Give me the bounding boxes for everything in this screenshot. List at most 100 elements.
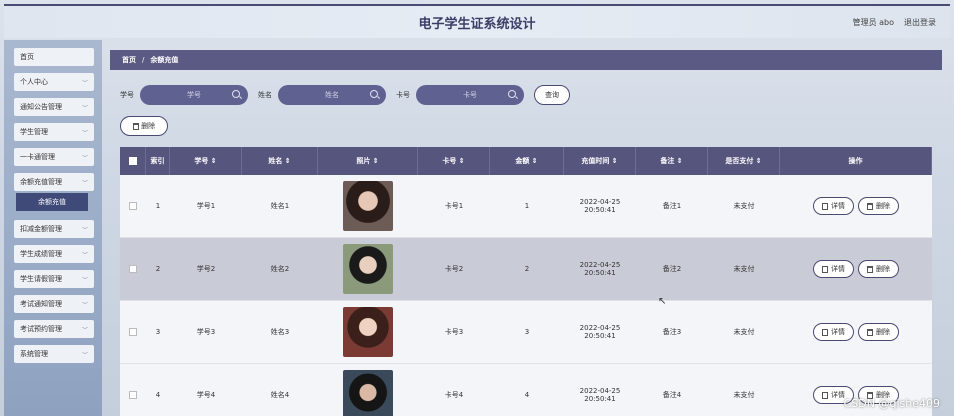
app-title: 电子学生证系统设计 xyxy=(418,16,536,32)
query-button[interactable]: 查询 xyxy=(534,85,570,105)
top-header: 电子学生证系统设计 管理员 abo 退出登录 xyxy=(4,4,950,38)
sidebar-item-notice[interactable]: 通知公告管理 ﹀ xyxy=(14,98,94,116)
chevron-down-icon: ﹀ xyxy=(81,276,88,284)
chevron-down-icon: ﹀ xyxy=(81,301,88,309)
header-photo[interactable]: 照片 ⇕ xyxy=(318,147,418,175)
sidebar-subitem-recharge[interactable]: 余额充值 xyxy=(16,193,88,211)
cell-name: 姓名1 xyxy=(270,202,290,210)
chevron-down-icon: ﹀ xyxy=(81,79,88,87)
sidebar-item-exam-notice[interactable]: 考试通知管理 ﹀ xyxy=(14,295,94,313)
cell-photo xyxy=(318,238,418,300)
batch-delete-button[interactable]: 删除 xyxy=(120,116,168,136)
sidebar-item-system[interactable]: 系统管理 ﹀ xyxy=(14,345,94,363)
delete-button[interactable]: 删除 xyxy=(858,197,899,215)
cell-index: 4 xyxy=(155,391,161,399)
logout-link[interactable]: 退出登录 xyxy=(904,17,936,28)
sidebar-item-leave[interactable]: 学生请假管理 ﹀ xyxy=(14,270,94,288)
delete-button[interactable]: 删除 xyxy=(858,260,899,278)
name-input[interactable]: 姓名 xyxy=(278,85,386,105)
header-card-no[interactable]: 卡号 ⇕ xyxy=(418,147,490,175)
select-all-checkbox[interactable] xyxy=(128,157,137,165)
header-user-area: 管理员 abo 退出登录 xyxy=(853,17,936,28)
sidebar: 首页 个人中心 ﹀ 通知公告管理 ﹀ 学生管理 ﹀ 一卡通管理 ﹀ 余额充值管理 ﹀ 余额… xyxy=(4,40,102,416)
detail-button[interactable]: 详情 xyxy=(813,260,854,278)
sidebar-item-label: 首页 xyxy=(20,53,34,61)
delete-label: 删除 xyxy=(876,265,890,273)
batch-delete-label: 删除 xyxy=(141,122,156,130)
detail-label: 详情 xyxy=(831,328,845,336)
row-checkbox[interactable] xyxy=(129,202,137,210)
cell-actions: 详情 删除 xyxy=(780,238,932,300)
card-label: 卡号 xyxy=(396,91,410,99)
detail-button[interactable]: 详情 xyxy=(813,197,854,215)
breadcrumb: 首页 / 余额充值 xyxy=(110,50,942,70)
cell-name: 姓名2 xyxy=(270,265,290,273)
sidebar-item-card[interactable]: 一卡通管理 ﹀ xyxy=(14,148,94,166)
cell-recharge-time: 2022-04-25 20:50:41 xyxy=(579,387,621,403)
sidebar-item-label: 扣减金额管理 xyxy=(20,225,62,233)
breadcrumb-current: 余额充值 xyxy=(150,56,179,64)
sidebar-item-label: 系统管理 xyxy=(20,350,48,358)
student-no-input[interactable]: 学号 xyxy=(140,85,248,105)
card-input[interactable]: 卡号 xyxy=(416,85,524,105)
cell-paid: 未支付 xyxy=(733,391,755,399)
sidebar-item-exam-booking[interactable]: 考试预约管理 ﹀ xyxy=(14,320,94,338)
student-photo xyxy=(343,244,393,294)
row-select-cell[interactable] xyxy=(120,175,146,237)
row-select-cell[interactable] xyxy=(120,301,146,363)
table-header: 索引 学号 ⇕ 姓名 ⇕ 照片 ⇕ 卡号 ⇕ 金额 ⇕ 充值时间 ⇕ 备注 ⇕ … xyxy=(120,147,932,175)
delete-label: 删除 xyxy=(876,202,890,210)
cell-paid: 未支付 xyxy=(733,328,755,336)
student-photo xyxy=(343,370,393,416)
sidebar-item-label: 学生成绩管理 xyxy=(20,250,62,258)
header-student-no[interactable]: 学号 ⇕ xyxy=(170,147,242,175)
sidebar-item-label: 考试通知管理 xyxy=(20,300,62,308)
table-row: 4 学号4 姓名4 卡号4 4 2022-04-25 20:50:41 备注4 … xyxy=(120,364,932,416)
sidebar-item-grades[interactable]: 学生成绩管理 ﹀ xyxy=(14,245,94,263)
cell-student-no: 学号3 xyxy=(196,328,216,336)
header-name[interactable]: 姓名 ⇕ xyxy=(242,147,318,175)
sidebar-item-label: 一卡通管理 xyxy=(20,153,55,161)
search-icon xyxy=(508,90,516,98)
delete-button[interactable]: 删除 xyxy=(858,323,899,341)
cell-paid: 未支付 xyxy=(733,202,755,210)
header-note[interactable]: 备注 ⇕ xyxy=(636,147,708,175)
row-checkbox[interactable] xyxy=(129,265,137,273)
name-placeholder: 姓名 xyxy=(325,91,339,99)
cell-photo xyxy=(318,364,418,416)
cell-recharge-time: 2022-04-25 20:50:41 xyxy=(579,261,621,277)
cell-actions: 详情 删除 xyxy=(780,175,932,237)
cell-card-no: 卡号4 xyxy=(444,391,464,399)
header-paid[interactable]: 是否支付 ⇕ xyxy=(708,147,780,175)
sidebar-item-deduct[interactable]: 扣减金额管理 ﹀ xyxy=(14,220,94,238)
cell-amount: 1 xyxy=(524,202,530,210)
cell-note: 备注4 xyxy=(662,391,682,399)
chevron-down-icon: ﹀ xyxy=(81,154,88,162)
cell-card-no: 卡号2 xyxy=(444,265,464,273)
trash-icon xyxy=(867,328,873,336)
breadcrumb-home[interactable]: 首页 xyxy=(122,55,136,65)
student-photo xyxy=(343,181,393,231)
row-select-cell[interactable] xyxy=(120,238,146,300)
header-amount[interactable]: 金额 ⇕ xyxy=(490,147,564,175)
chevron-down-icon: ﹀ xyxy=(81,251,88,259)
search-icon xyxy=(370,90,378,98)
header-recharge-time[interactable]: 充值时间 ⇕ xyxy=(564,147,636,175)
row-checkbox[interactable] xyxy=(129,328,137,336)
sidebar-item-students[interactable]: 学生管理 ﹀ xyxy=(14,123,94,141)
row-checkbox[interactable] xyxy=(129,391,137,399)
row-select-cell[interactable] xyxy=(120,364,146,416)
sidebar-item-profile[interactable]: 个人中心 ﹀ xyxy=(14,73,94,91)
sidebar-item-recharge[interactable]: 余额充值管理 ﹀ xyxy=(14,173,94,191)
detail-button[interactable]: 详情 xyxy=(813,323,854,341)
cell-amount: 4 xyxy=(524,391,530,399)
select-all-cell[interactable] xyxy=(120,147,146,175)
recharge-table: 索引 学号 ⇕ 姓名 ⇕ 照片 ⇕ 卡号 ⇕ 金额 ⇕ 充值时间 ⇕ 备注 ⇕ … xyxy=(120,147,932,416)
header-index: 索引 xyxy=(146,147,170,175)
delete-label: 删除 xyxy=(876,328,890,336)
document-icon xyxy=(822,202,828,210)
sidebar-item-home[interactable]: 首页 xyxy=(14,48,94,66)
student-no-placeholder: 学号 xyxy=(187,91,201,99)
cell-name: 姓名4 xyxy=(270,391,290,399)
cell-note: 备注2 xyxy=(662,265,682,273)
